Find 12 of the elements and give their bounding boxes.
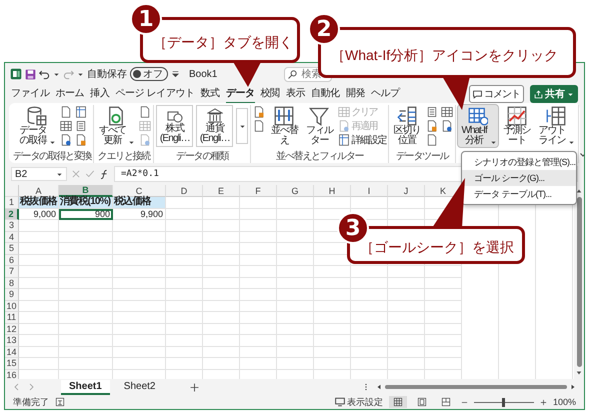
step-badge-tooltip: 2 (308, 13, 340, 45)
status-text: 準備完了 (13, 396, 49, 408)
file-name: Book1 (189, 68, 218, 80)
group-label: クエリと接続 (98, 151, 150, 163)
group-label: データの種類 (176, 151, 228, 163)
group-label: データの取得と変換 (13, 151, 92, 163)
group-label: データツール (396, 151, 448, 163)
step-badge-tooltip: 1 (130, 3, 162, 35)
autosave-label: 自動保存 (87, 68, 127, 81)
callout-text: ［データ］タブを開く (153, 34, 293, 52)
group-label: 並べ替えとフィルター (276, 151, 364, 163)
callout-text: ［What-If分析］アイコンをクリック (331, 46, 558, 64)
